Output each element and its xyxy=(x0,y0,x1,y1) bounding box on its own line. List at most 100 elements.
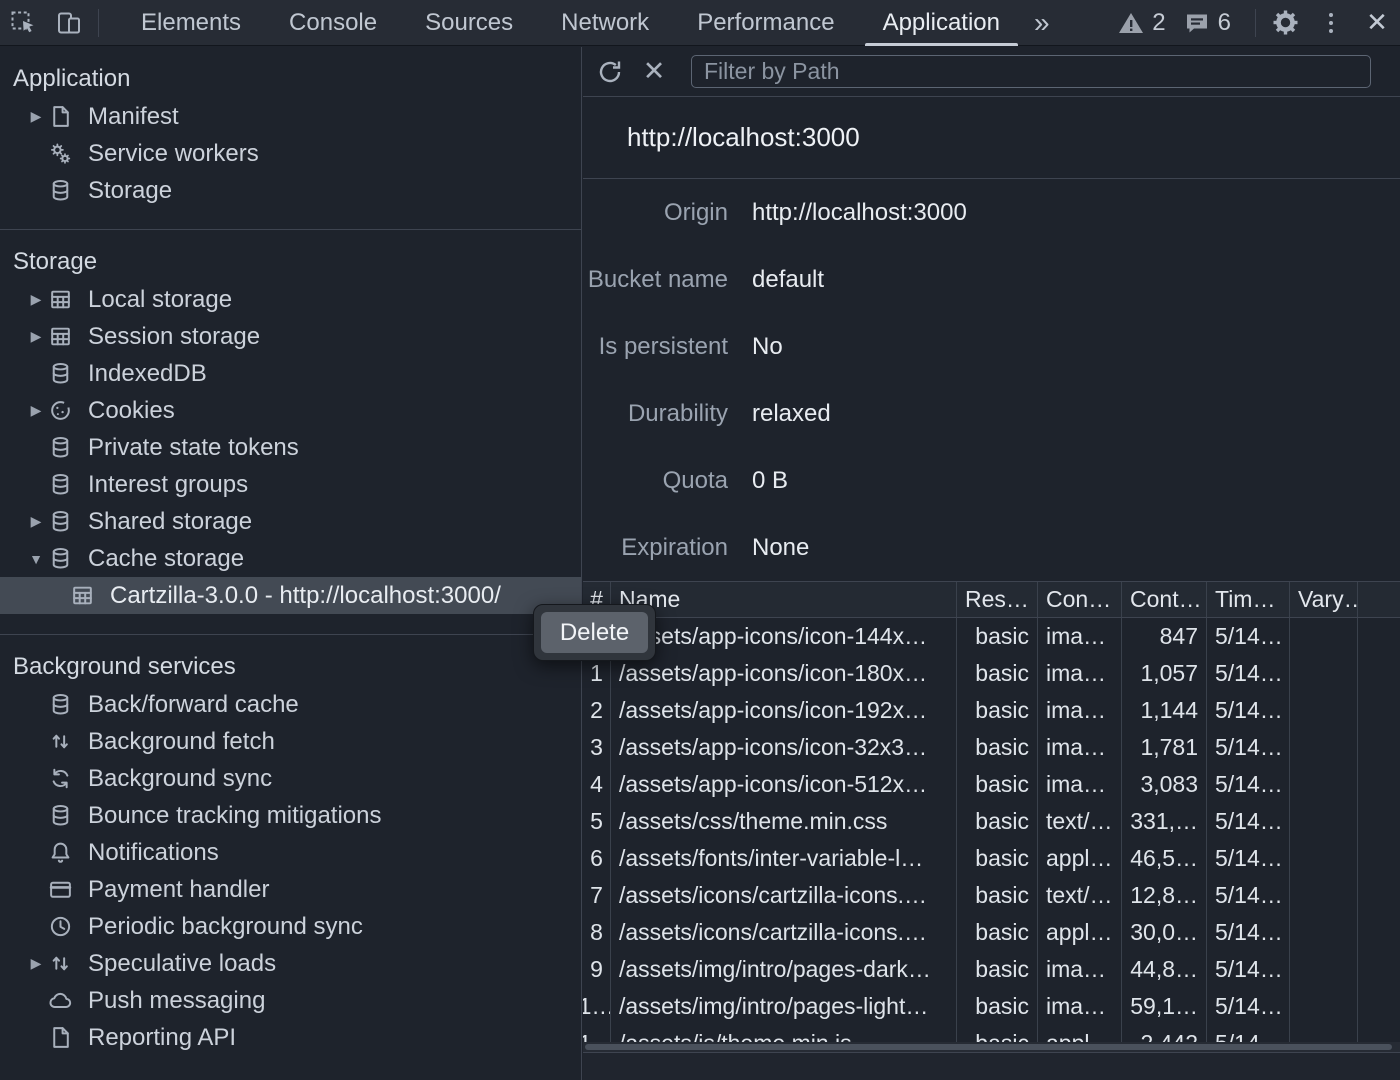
sidebar-item-reporting-api[interactable]: Reporting API xyxy=(0,1019,581,1056)
sidebar-item-shared-storage[interactable]: ▶Shared storage xyxy=(0,503,581,540)
tab-performance[interactable]: Performance xyxy=(673,0,858,46)
sidebar-item-label: Cache storage xyxy=(88,545,244,573)
sidebar-item-local-storage[interactable]: ▶Local storage xyxy=(0,281,581,318)
warnings-counter[interactable]: 2 xyxy=(1118,9,1165,37)
sidebar-item-indexeddb[interactable]: IndexedDB xyxy=(0,355,581,392)
sidebar-item-back-forward-cache[interactable]: Back/forward cache xyxy=(0,686,581,723)
tab-sources[interactable]: Sources xyxy=(401,0,537,46)
expander-collapsed-icon[interactable]: ▶ xyxy=(26,328,46,345)
clear-icon[interactable]: ✕ xyxy=(637,55,671,89)
column-header-con[interactable]: Con… xyxy=(1038,582,1122,617)
sidebar-item-bounce-tracking-mitigations[interactable]: Bounce tracking mitigations xyxy=(0,797,581,834)
detail-row-expiration: ExpirationNone xyxy=(583,514,1400,581)
column-header-vary[interactable]: Vary… xyxy=(1290,582,1358,617)
cell: basic xyxy=(957,877,1038,914)
cell xyxy=(1358,914,1400,951)
sidebar-item-speculative-loads[interactable]: ▶Speculative loads xyxy=(0,945,581,982)
cell: 6 xyxy=(583,840,611,877)
sidebar-item-interest-groups[interactable]: Interest groups xyxy=(0,466,581,503)
cell xyxy=(1290,988,1358,1025)
sidebar-item-push-messaging[interactable]: Push messaging xyxy=(0,982,581,1019)
horizontal-scrollbar[interactable] xyxy=(583,1042,1400,1052)
cell: /assets/img/intro/pages-dark… xyxy=(611,951,957,988)
table-row[interactable]: 2/assets/app-icons/icon-192x…basicima…1,… xyxy=(583,692,1400,729)
sidebar-item-manifest[interactable]: ▶Manifest xyxy=(0,98,581,135)
table-row[interactable]: 7/assets/icons/cartzilla-icons.…basictex… xyxy=(583,877,1400,914)
kebab-menu-icon[interactable] xyxy=(1308,0,1354,46)
sidebar-item-label: Private state tokens xyxy=(88,434,299,462)
inspect-element-icon[interactable] xyxy=(0,0,46,46)
sidebar-item-label: Periodic background sync xyxy=(88,913,363,941)
sidebar-item-cache-storage[interactable]: ▼ Cache storage xyxy=(0,540,581,577)
cell xyxy=(1290,914,1358,951)
cell: basic xyxy=(957,729,1038,766)
expander-collapsed-icon[interactable]: ▶ xyxy=(26,955,46,972)
sidebar-item-background-fetch[interactable]: Background fetch xyxy=(0,723,581,760)
clock-icon xyxy=(48,914,78,939)
expander-collapsed-icon[interactable]: ▶ xyxy=(26,402,46,419)
table-row[interactable]: 4/assets/app-icons/icon-512x…basicima…3,… xyxy=(583,766,1400,803)
cell: appl… xyxy=(1038,1025,1122,1042)
tab-network[interactable]: Network xyxy=(537,0,673,46)
sidebar-item-payment-handler[interactable]: Payment handler xyxy=(0,871,581,908)
sidebar-item-notifications[interactable]: Notifications xyxy=(0,834,581,871)
table-row[interactable]: 1…/assets/js/theme.min.jsbasicappl…2,442… xyxy=(583,1025,1400,1042)
bell-icon xyxy=(48,840,78,865)
cell xyxy=(1358,655,1400,692)
table-row[interactable]: 9/assets/img/intro/pages-dark…basicima…4… xyxy=(583,951,1400,988)
settings-gear-icon[interactable] xyxy=(1262,0,1308,46)
table-row[interactable]: 5/assets/css/theme.min.cssbasictext/…331… xyxy=(583,803,1400,840)
table-row[interactable]: 1…/assets/img/intro/pages-light…basicima… xyxy=(583,988,1400,1025)
device-toolbar-icon[interactable] xyxy=(46,0,92,46)
origin-heading: http://localhost:3000 xyxy=(583,97,1400,179)
sidebar-item-private-state-tokens[interactable]: Private state tokens xyxy=(0,429,581,466)
sidebar-item-session-storage[interactable]: ▶ Session storage xyxy=(0,318,581,355)
sidebar-item-periodic-background-sync[interactable]: Periodic background sync xyxy=(0,908,581,945)
expander-collapsed-icon[interactable]: ▶ xyxy=(26,291,46,308)
expander-collapsed-icon[interactable]: ▶ xyxy=(26,513,46,530)
tab-application[interactable]: Application xyxy=(859,0,1024,46)
cell: basic xyxy=(957,766,1038,803)
expander-expanded-icon[interactable]: ▼ xyxy=(26,551,46,567)
delete-menu-item[interactable]: Delete xyxy=(541,612,648,653)
cell: 5/14… xyxy=(1207,655,1290,692)
cell: 5/14… xyxy=(1207,803,1290,840)
cell xyxy=(1358,988,1400,1025)
issues-counter[interactable]: 6 xyxy=(1184,9,1231,37)
close-icon[interactable]: ✕ xyxy=(1354,0,1400,46)
table-row[interactable]: 1/assets/app-icons/icon-180x…basicima…1,… xyxy=(583,655,1400,692)
refresh-icon[interactable] xyxy=(593,55,627,89)
cell: /assets/img/intro/pages-light… xyxy=(611,988,957,1025)
sidebar-item-cookies[interactable]: ▶Cookies xyxy=(0,392,581,429)
cell xyxy=(1290,1025,1358,1042)
column-header-tim[interactable]: Tim… xyxy=(1207,582,1290,617)
more-tabs-icon[interactable]: » xyxy=(1024,7,1058,39)
section-header-storage: Storage xyxy=(0,243,581,281)
column-header-cont[interactable]: Cont… xyxy=(1122,582,1207,617)
column-header-res[interactable]: Res… xyxy=(957,582,1038,617)
sidebar-item-label: Session storage xyxy=(88,323,260,351)
table-row[interactable]: 3/assets/app-icons/icon-32x3…basicima…1,… xyxy=(583,729,1400,766)
detail-value: 0 B xyxy=(752,467,788,495)
table-row[interactable]: 0/assets/app-icons/icon-144x…basicima…84… xyxy=(583,618,1400,655)
table-row[interactable]: 6/assets/fonts/inter-variable-l…basicapp… xyxy=(583,840,1400,877)
tab-elements[interactable]: Elements xyxy=(117,0,265,46)
warning-icon xyxy=(1118,11,1144,35)
table-icon xyxy=(48,287,78,312)
sidebar-item-background-sync[interactable]: Background sync xyxy=(0,760,581,797)
sidebar-item-storage[interactable]: Storage xyxy=(0,172,581,209)
column-header-filler[interactable] xyxy=(1358,582,1400,617)
cell: /assets/app-icons/icon-192x… xyxy=(611,692,957,729)
sidebar-item-cartzilla-3-0-0-http-localhost-3000[interactable]: Cartzilla-3.0.0 - http://localhost:3000/ xyxy=(0,577,581,614)
table-row[interactable]: 8/assets/icons/cartzilla-icons.…basicapp… xyxy=(583,914,1400,951)
cell: /assets/app-icons/icon-180x… xyxy=(611,655,957,692)
sidebar-item-service-workers[interactable]: Service workers xyxy=(0,135,581,172)
filter-by-path-input[interactable] xyxy=(691,55,1371,88)
expander-collapsed-icon[interactable]: ▶ xyxy=(26,108,46,125)
tab-console[interactable]: Console xyxy=(265,0,401,46)
scrollbar-thumb[interactable] xyxy=(585,1044,1392,1050)
application-sidebar: Application▶ManifestService workersStora… xyxy=(0,47,582,1080)
column-header-name[interactable]: Name xyxy=(611,582,957,617)
cell: 5/14… xyxy=(1207,766,1290,803)
detail-row-is-persistent: Is persistentNo xyxy=(583,313,1400,380)
